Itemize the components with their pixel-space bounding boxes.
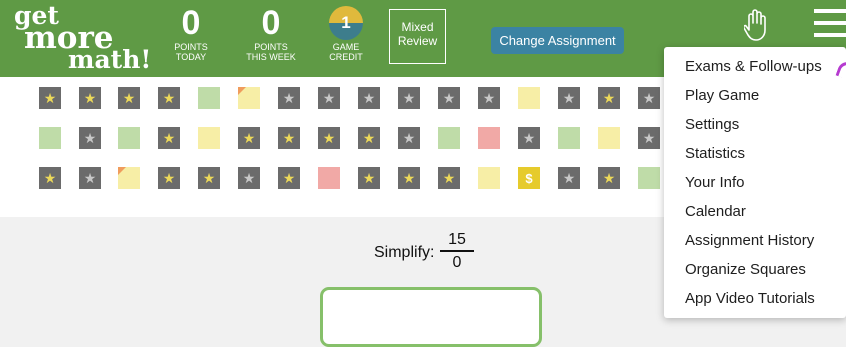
menu-item-video-tutorials[interactable]: App Video Tutorials xyxy=(664,284,846,313)
square-partial[interactable] xyxy=(118,167,140,189)
square-star[interactable]: ★ xyxy=(438,167,460,189)
game-credit-label-2: CREDIT xyxy=(329,52,363,62)
square-star[interactable]: ★ xyxy=(158,167,180,189)
square-star[interactable]: ★ xyxy=(318,127,340,149)
square-star[interactable]: ★ xyxy=(278,127,300,149)
square-green[interactable] xyxy=(118,127,140,149)
fraction-bar xyxy=(440,250,474,252)
square-gray[interactable]: ★ xyxy=(518,127,540,149)
points-this-week: 0 POINTS THIS WEEK xyxy=(243,4,299,62)
menu-item-settings[interactable]: Settings xyxy=(664,110,846,139)
square-star[interactable]: ★ xyxy=(598,87,620,109)
menu-item-statistics[interactable]: Statistics xyxy=(664,139,846,168)
square-star[interactable]: ★ xyxy=(358,127,380,149)
square-gray[interactable]: ★ xyxy=(638,127,660,149)
square-green[interactable] xyxy=(558,127,580,149)
fraction-denominator: 0 xyxy=(452,254,462,271)
square-yellow[interactable] xyxy=(198,127,220,149)
square-green[interactable] xyxy=(438,127,460,149)
square-star[interactable]: ★ xyxy=(598,167,620,189)
square-star[interactable]: ★ xyxy=(358,167,380,189)
square-gray[interactable]: ★ xyxy=(438,87,460,109)
square-star[interactable]: ★ xyxy=(79,87,101,109)
fraction: 15 0 xyxy=(440,230,474,272)
square-yellow[interactable] xyxy=(478,167,500,189)
fraction-numerator: 15 xyxy=(448,231,466,248)
square-star[interactable]: ★ xyxy=(158,87,180,109)
points-week-label-2: THIS WEEK xyxy=(246,52,296,62)
points-today-label-2: TODAY xyxy=(175,52,207,62)
assignment-mode-line-2: Review xyxy=(397,34,438,48)
square-red[interactable] xyxy=(478,127,500,149)
assignment-mode-box: Mixed Review xyxy=(389,9,446,64)
square-gray[interactable]: ★ xyxy=(558,167,580,189)
square-gray[interactable]: ★ xyxy=(278,87,300,109)
points-today: 0 POINTS TODAY xyxy=(171,4,211,62)
logo-line-3: math! xyxy=(68,44,152,74)
game-credit-label-1: GAME xyxy=(332,42,360,52)
square-star[interactable]: ★ xyxy=(39,87,61,109)
main-menu-dropdown: Exams & Follow-ups Play Game Settings St… xyxy=(664,47,846,318)
square-red[interactable] xyxy=(318,167,340,189)
hamburger-menu-icon[interactable] xyxy=(814,9,846,43)
square-partial[interactable] xyxy=(238,87,260,109)
square-star[interactable]: ★ xyxy=(198,167,220,189)
square-gray[interactable]: ★ xyxy=(79,167,101,189)
square-gray[interactable]: ★ xyxy=(638,87,660,109)
answer-input-box[interactable] xyxy=(320,287,542,347)
square-gray[interactable]: ★ xyxy=(358,87,380,109)
square-gray[interactable]: ★ xyxy=(318,87,340,109)
menu-item-exams[interactable]: Exams & Follow-ups xyxy=(664,52,846,81)
square-gray[interactable]: ★ xyxy=(79,127,101,149)
square-gray[interactable]: ★ xyxy=(398,87,420,109)
square-star[interactable]: ★ xyxy=(398,167,420,189)
square-yellow[interactable] xyxy=(518,87,540,109)
square-gray[interactable]: ★ xyxy=(558,87,580,109)
menu-item-organize-squares[interactable]: Organize Squares xyxy=(664,255,846,284)
square-green[interactable] xyxy=(39,127,61,149)
square-dollar[interactable]: $ xyxy=(518,167,540,189)
points-week-label-1: POINTS xyxy=(254,42,288,52)
square-star[interactable]: ★ xyxy=(39,167,61,189)
get-more-math-logo[interactable]: get more math! xyxy=(14,3,152,74)
points-week-value: 0 xyxy=(261,4,281,42)
square-star[interactable]: ★ xyxy=(158,127,180,149)
raise-hand-icon[interactable] xyxy=(744,8,768,42)
problem-prompt: Simplify: xyxy=(374,244,435,261)
game-credit-icon: 1 xyxy=(329,6,363,40)
square-green[interactable] xyxy=(198,87,220,109)
square-star[interactable]: ★ xyxy=(118,87,140,109)
square-gray[interactable]: ★ xyxy=(238,167,260,189)
square-star[interactable]: ★ xyxy=(238,127,260,149)
menu-item-your-info[interactable]: Your Info xyxy=(664,168,846,197)
square-green[interactable] xyxy=(638,167,660,189)
square-gray[interactable]: ★ xyxy=(398,127,420,149)
menu-item-assignment-history[interactable]: Assignment History xyxy=(664,226,846,255)
square-yellow[interactable] xyxy=(598,127,620,149)
change-assignment-button[interactable]: Change Assignment xyxy=(491,27,624,54)
square-star[interactable]: ★ xyxy=(278,167,300,189)
game-credit[interactable]: 1 GAME CREDIT xyxy=(325,4,367,62)
points-today-value: 0 xyxy=(181,4,201,42)
menu-item-calendar[interactable]: Calendar xyxy=(664,197,846,226)
assignment-mode-line-1: Mixed xyxy=(401,20,434,34)
game-credit-value: 1 xyxy=(341,13,351,32)
points-today-label-1: POINTS xyxy=(174,42,208,52)
menu-item-play-game[interactable]: Play Game xyxy=(664,81,846,110)
square-gray[interactable]: ★ xyxy=(478,87,500,109)
